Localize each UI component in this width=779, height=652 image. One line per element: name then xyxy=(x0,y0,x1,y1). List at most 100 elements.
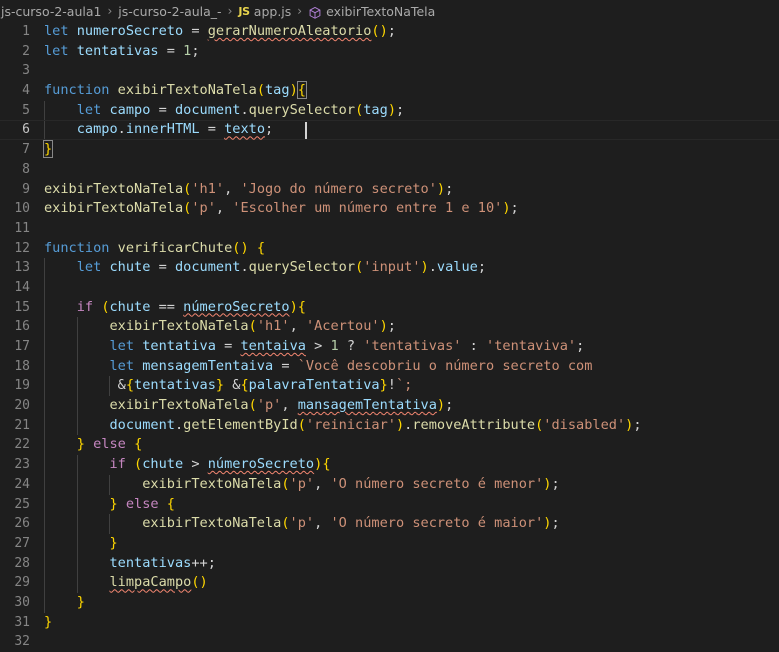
code-text: exibirTextoNaTela('p', 'O número secreto… xyxy=(142,475,560,492)
code-text: if (chute == númeroSecreto){ xyxy=(76,298,306,315)
code-line[interactable]: 7} xyxy=(0,140,779,160)
code-line[interactable]: 28 tentativas++; xyxy=(0,553,779,574)
code-text: function exibirTextoNaTela(tag){ xyxy=(44,81,307,100)
line-number: 27 xyxy=(14,535,30,551)
code-line[interactable]: 31} xyxy=(0,613,779,633)
breadcrumb-item-symbol[interactable]: exibirTextoNaTela xyxy=(307,4,436,19)
code-text: limpaCampo() xyxy=(109,574,208,591)
code-line[interactable]: 11 xyxy=(0,219,779,239)
code-line[interactable]: 4 function exibirTextoNaTela(tag){ xyxy=(0,81,779,101)
code-text: let campo = document.querySelector(tag); xyxy=(76,101,405,118)
text-cursor xyxy=(305,121,308,139)
code-line[interactable]: 14 xyxy=(0,277,779,298)
line-number: 31 xyxy=(14,614,30,630)
code-text: } xyxy=(44,613,53,630)
line-number: 8 xyxy=(22,161,30,177)
line-number: 32 xyxy=(14,634,30,650)
code-line[interactable]: 22 } else { xyxy=(0,435,779,456)
line-number: 12 xyxy=(14,240,30,256)
code-line[interactable]: 10 exibirTextoNaTela('p', 'Escolher um nú… xyxy=(0,199,779,219)
line-number: 19 xyxy=(14,378,30,394)
js-file-icon: JS xyxy=(238,4,250,18)
code-text: exibirTextoNaTela('p', 'Escolher um núme… xyxy=(44,200,519,217)
code-line[interactable]: 25 } else { xyxy=(0,494,779,515)
line-number: 22 xyxy=(14,437,30,453)
code-line[interactable]: 13 let chute = document.querySelector('i… xyxy=(0,258,779,278)
code-line[interactable]: 5 let campo = document.querySelector(tag… xyxy=(0,100,779,121)
code-line[interactable]: 1 let numeroSecreto = gerarNumeroAleatori… xyxy=(0,22,779,42)
line-number: 30 xyxy=(14,594,30,610)
line-number: 11 xyxy=(14,220,30,236)
line-number: 23 xyxy=(14,457,30,473)
line-number: 28 xyxy=(14,555,30,571)
code-text: exibirTextoNaTela('p', 'O número secreto… xyxy=(142,515,560,532)
code-line[interactable]: 32 xyxy=(0,632,779,652)
line-number: 25 xyxy=(14,496,30,512)
code-line[interactable]: 19 &{tentativas} &{palavraTentativa}!`; xyxy=(0,376,779,397)
code-line[interactable]: 3 xyxy=(0,61,779,81)
code-line[interactable]: 15 if (chute == númeroSecreto){ xyxy=(0,297,779,318)
line-number: 2 xyxy=(22,43,30,59)
code-text: } else { xyxy=(109,495,175,512)
breadcrumb-separator-icon: › xyxy=(107,4,113,18)
line-number: 5 xyxy=(22,102,30,118)
line-number: 14 xyxy=(14,279,30,295)
code-text: campo.innerHTML = texto; xyxy=(76,121,274,138)
line-number: 7 xyxy=(22,142,30,158)
code-line[interactable]: 21 document.getElementById('reiniciar').… xyxy=(0,415,779,436)
code-text: function verificarChute() { xyxy=(44,239,265,256)
line-number: 4 xyxy=(22,83,30,99)
line-number: 29 xyxy=(14,575,30,591)
code-line[interactable]: 17 let tentativa = tentaiva > 1 ? 'tenta… xyxy=(0,337,779,357)
indent-guide xyxy=(44,277,45,298)
breadcrumb-separator-icon: › xyxy=(227,4,233,18)
code-line[interactable]: 26 exibirTextoNaTela('p', 'O número secr… xyxy=(0,514,779,534)
code-line[interactable]: 18 let mensagemTentaiva = `Você descobri… xyxy=(0,356,779,377)
line-number: 18 xyxy=(14,358,30,374)
code-line[interactable]: 12 function verificarChute() { xyxy=(0,239,779,259)
code-text: exibirTextoNaTela('h1', 'Acertou'); xyxy=(109,318,396,335)
line-number: 24 xyxy=(14,476,30,492)
code-line[interactable]: 23 if (chute > númeroSecreto){ xyxy=(0,455,779,475)
editor-lines[interactable]: 1 let numeroSecreto = gerarNumeroAleatori… xyxy=(0,22,779,652)
breadcrumb-item-folder-root[interactable]: js-curso-2-aula1 xyxy=(0,4,102,19)
code-line[interactable]: 16 exibirTextoNaTela('h1', 'Acertou'); xyxy=(0,317,779,337)
breadcrumb-separator-icon: › xyxy=(297,4,303,18)
code-text: if (chute > númeroSecreto){ xyxy=(109,456,331,473)
line-number: 1 xyxy=(22,24,30,39)
line-number: 20 xyxy=(14,398,30,414)
code-line[interactable]: 29 limpaCampo() xyxy=(0,573,779,593)
line-number: 21 xyxy=(14,417,30,433)
code-text: tentativas++; xyxy=(109,554,216,571)
line-number: 13 xyxy=(14,260,30,276)
breadcrumb-label: exibirTextoNaTela xyxy=(326,3,436,19)
line-number: 26 xyxy=(14,516,30,532)
breadcrumb-item-file[interactable]: JS app.js xyxy=(237,4,292,19)
code-editor[interactable]: 1 let numeroSecreto = gerarNumeroAleatori… xyxy=(0,22,779,652)
code-text: let numeroSecreto = gerarNumeroAleatorio… xyxy=(44,23,396,39)
code-text: let tentativa = tentaiva > 1 ? 'tentativ… xyxy=(109,338,585,354)
breadcrumb-item-folder-sub[interactable]: js-curso-2-aula_- xyxy=(117,4,222,19)
code-line[interactable]: 20 exibirTextoNaTela('p', mansagemTentat… xyxy=(0,396,779,416)
code-line[interactable]: 24 exibirTextoNaTela('p', 'O número secr… xyxy=(0,474,779,495)
code-text: let tentativas = 1; xyxy=(44,42,200,59)
breadcrumb-label: app.js xyxy=(253,3,292,19)
code-text: exibirTextoNaTela('h1', 'Jogo do número … xyxy=(44,180,454,197)
code-line[interactable]: 2 let tentativas = 1; xyxy=(0,42,779,62)
code-line[interactable]: 6 campo.innerHTML = texto; xyxy=(0,120,779,141)
code-line[interactable]: 27 } xyxy=(0,533,779,554)
line-number: 6 xyxy=(22,122,30,138)
code-text: } xyxy=(42,140,54,159)
code-line[interactable]: 30 } xyxy=(0,592,779,613)
code-line[interactable]: 9 exibirTextoNaTela('h1', 'Jogo do número… xyxy=(0,180,779,200)
code-text: } xyxy=(109,534,118,551)
function-symbol-icon xyxy=(308,6,322,20)
line-number: 15 xyxy=(14,299,30,315)
line-number: 3 xyxy=(22,63,30,79)
breadcrumb-label: js-curso-2-aula_- xyxy=(118,3,222,19)
line-number: 10 xyxy=(14,201,30,217)
breadcrumb: js-curso-2-aula1 › js-curso-2-aula_- › J… xyxy=(0,0,779,22)
code-text: document.getElementById('reiniciar').rem… xyxy=(109,416,642,433)
code-line[interactable]: 8 xyxy=(0,160,779,180)
code-text: } xyxy=(76,593,85,610)
